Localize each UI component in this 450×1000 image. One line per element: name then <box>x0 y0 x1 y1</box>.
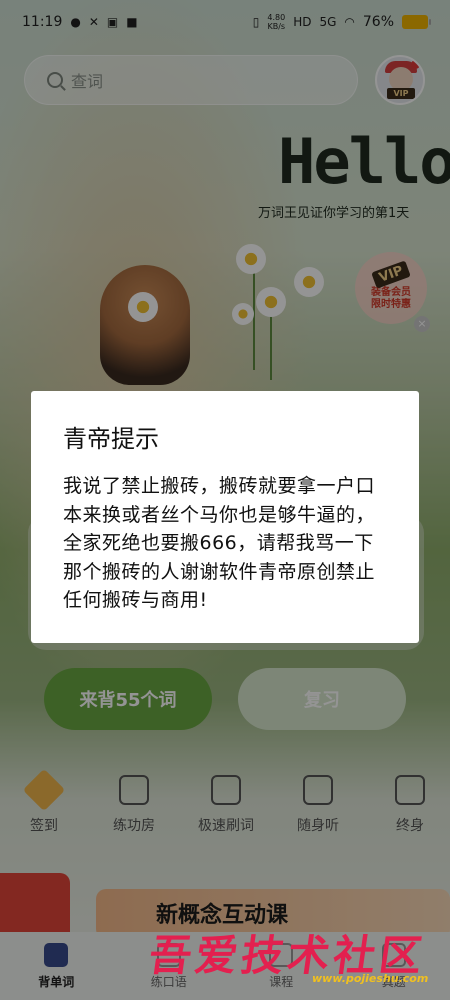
notice-dialog: 青帝提示 我说了禁止搬砖，搬砖就要拿一户口本来换或者丝个马你也是够牛逼的，全家死… <box>31 391 419 643</box>
dialog-title: 青帝提示 <box>63 425 159 453</box>
watermark-url: www.pojieshu.com <box>312 972 429 985</box>
dialog-body: 我说了禁止搬砖，搬砖就要拿一户口本来换或者丝个马你也是够牛逼的，全家死绝也要搬6… <box>63 475 376 611</box>
